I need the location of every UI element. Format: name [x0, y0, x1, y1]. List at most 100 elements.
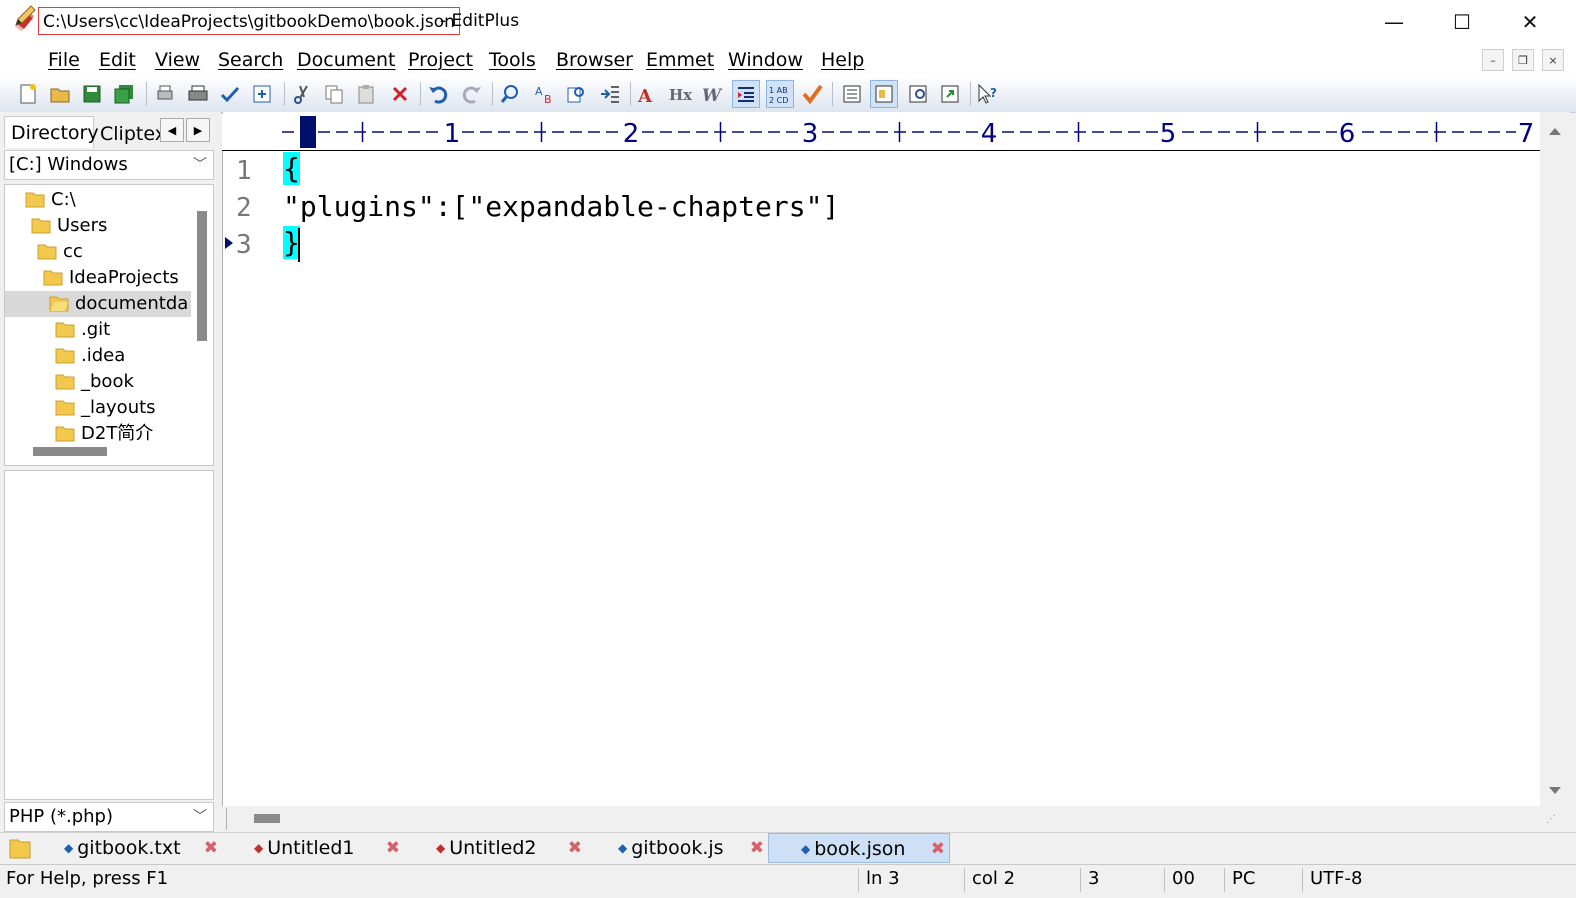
tree-item[interactable]: cc: [37, 239, 83, 265]
menu-search[interactable]: Search: [218, 47, 283, 73]
editor-vertical-scrollbar[interactable]: [1540, 112, 1570, 806]
output-window-button[interactable]: [904, 80, 932, 108]
resize-grip-icon[interactable]: ⋰: [1546, 814, 1556, 825]
close-tab-icon[interactable]: ✖: [568, 833, 582, 863]
code-line-2[interactable]: "plugins":["expandable-chapters"]: [283, 190, 839, 223]
close-tab-icon[interactable]: ✖: [750, 833, 764, 863]
doc-tab-gitbook-txt[interactable]: ◆ gitbook.txt ✖: [36, 833, 222, 863]
open-button[interactable]: [46, 80, 74, 108]
mdi-restore-button[interactable]: ❐: [1512, 49, 1534, 71]
word-wrap-button[interactable]: W: [698, 80, 726, 108]
menu-emmet[interactable]: Emmet: [646, 47, 714, 73]
context-help-button[interactable]: ?: [974, 80, 1002, 108]
paste-button[interactable]: [352, 80, 380, 108]
tree-item[interactable]: Users: [31, 213, 107, 239]
drive-select[interactable]: [C:] Windows ﹀: [4, 150, 214, 180]
tab-scroll-left-button[interactable]: ◀: [160, 118, 184, 142]
ruler-number: 6: [1339, 119, 1356, 149]
close-tab-icon[interactable]: ✖: [931, 834, 945, 864]
directory-window-button[interactable]: [870, 80, 898, 108]
redo-button[interactable]: [458, 80, 486, 108]
menu-tools[interactable]: Tools: [489, 47, 536, 73]
menu-browser[interactable]: Browser: [556, 47, 633, 73]
maximize-button[interactable]: ☐: [1428, 0, 1496, 44]
html-heading-button[interactable]: Hx: [666, 80, 694, 108]
tree-item[interactable]: D2T简介: [55, 421, 153, 447]
folder-icon[interactable]: [8, 836, 32, 860]
save-all-button[interactable]: [110, 80, 138, 108]
scroll-down-icon[interactable]: [1548, 786, 1562, 796]
copy-button[interactable]: [320, 80, 348, 108]
goto-line-button[interactable]: [596, 80, 624, 108]
column-ruler: 1 2 3 4 5 6 7: [222, 114, 1540, 151]
minimize-button[interactable]: —: [1360, 0, 1428, 44]
tree-horizontal-scrollbar[interactable]: [33, 447, 107, 456]
save-button[interactable]: [78, 80, 106, 108]
close-button[interactable]: ✕: [1496, 0, 1564, 44]
cut-button[interactable]: [288, 80, 316, 108]
close-tab-icon[interactable]: ✖: [386, 833, 400, 863]
tree-item[interactable]: _book: [55, 369, 134, 395]
delete-button[interactable]: [386, 80, 414, 108]
folder-icon: [55, 348, 75, 364]
status-separator: [1224, 868, 1225, 892]
print-button[interactable]: [184, 80, 212, 108]
doc-tab-untitled1[interactable]: ◆ Untitled1 ✖: [224, 833, 404, 863]
menu-file[interactable]: File: [48, 47, 80, 73]
tree-item[interactable]: _layouts: [55, 395, 156, 421]
menu-help[interactable]: Help: [821, 47, 864, 73]
menu-window[interactable]: Window: [728, 47, 803, 73]
ruler-number: 2: [623, 119, 640, 149]
new-file-icon: [20, 84, 36, 104]
new-file-button[interactable]: [14, 80, 42, 108]
check-syntax-button[interactable]: [798, 80, 826, 108]
cliptext-window-button[interactable]: [838, 80, 866, 108]
tree-vertical-scrollbar[interactable]: [197, 211, 207, 341]
scroll-up-icon[interactable]: [1548, 126, 1562, 136]
status-line: ln 3: [866, 868, 900, 889]
ruler-number: 7: [1518, 119, 1535, 149]
find-button[interactable]: [496, 80, 524, 108]
line-number: 1: [236, 156, 252, 186]
tab-scroll-right-button[interactable]: ▶: [186, 118, 210, 142]
menu-document[interactable]: Document: [297, 47, 395, 73]
fullscreen-button[interactable]: [936, 80, 964, 108]
menu-edit[interactable]: Edit: [99, 47, 136, 73]
tab-directory[interactable]: Directory: [4, 116, 99, 148]
spell-check-button[interactable]: [216, 80, 244, 108]
tree-item[interactable]: .idea: [55, 343, 125, 369]
tree-item[interactable]: IdeaProjects: [43, 265, 179, 291]
horizontal-scroll-thumb[interactable]: [254, 814, 280, 823]
status-separator: [964, 868, 965, 892]
menu-project[interactable]: Project: [408, 47, 473, 73]
tree-item[interactable]: C:\: [25, 187, 76, 213]
ruler-number: 3: [802, 119, 819, 149]
undo-button[interactable]: [424, 80, 452, 108]
browser-preview-button[interactable]: [248, 80, 276, 108]
chevron-down-icon: ﹀: [193, 157, 207, 173]
close-tab-icon[interactable]: ✖: [204, 833, 218, 863]
file-list-area[interactable]: [4, 470, 214, 800]
print-preview-button[interactable]: [152, 80, 180, 108]
code-line-1[interactable]: {: [283, 152, 300, 185]
doc-tab-book-json[interactable]: ◆ book.json ✖: [768, 833, 950, 863]
tree-item-selected[interactable]: documentda: [5, 291, 191, 317]
mdi-close-button[interactable]: ×: [1542, 49, 1564, 71]
tree-item[interactable]: .git: [55, 317, 110, 343]
menu-view[interactable]: View: [155, 47, 200, 73]
font-button[interactable]: A: [634, 80, 662, 108]
mdi-minimize-button[interactable]: –: [1482, 49, 1504, 71]
indent-button[interactable]: [732, 80, 760, 108]
doc-tab-untitled2[interactable]: ◆ Untitled2 ✖: [406, 833, 586, 863]
editor-horizontal-scrollbar[interactable]: [222, 806, 1548, 832]
line-number-button[interactable]: 1 AB 2 CD: [766, 80, 794, 108]
folder-tree[interactable]: C:\ Users cc IdeaProjects documentda .gi…: [4, 184, 214, 466]
file-type-filter-select[interactable]: PHP (*.php) ﹀: [4, 802, 214, 832]
tab-cliptext[interactable]: Cliptext: [96, 120, 160, 148]
doc-tab-gitbook-js[interactable]: ◆ gitbook.js ✖: [588, 833, 768, 863]
find-in-files-button[interactable]: [562, 80, 590, 108]
replace-button[interactable]: AB: [530, 80, 558, 108]
pencil-icon[interactable]: [12, 3, 38, 29]
window-title-path: C:\Users\cc\IdeaProjects\gitbookDemo\boo…: [38, 7, 460, 35]
delete-x-icon: [392, 86, 408, 102]
